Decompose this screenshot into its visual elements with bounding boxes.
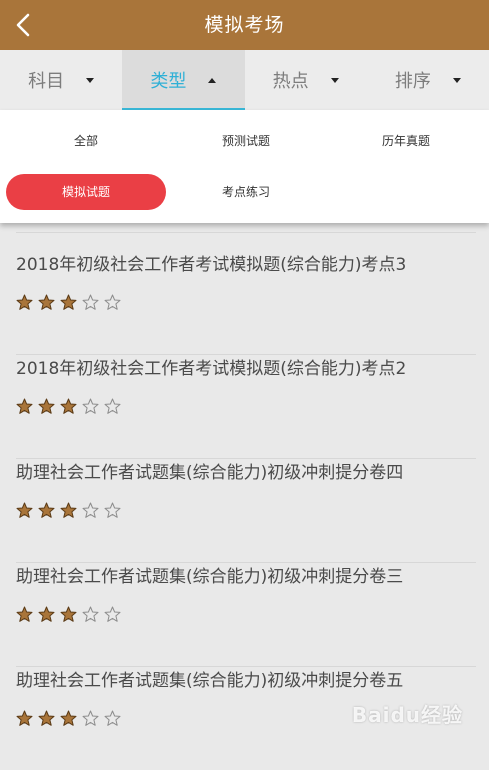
rating-stars [16,502,126,522]
app-header: 模拟考场 [0,0,489,50]
filter-type[interactable]: 类型 [122,50,245,110]
star-filled-icon [38,502,55,518]
star-empty-icon [82,710,99,726]
filter-label: 热点 [272,71,309,92]
star-empty-icon [104,398,121,414]
type-option-mock[interactable]: 模拟试题 [6,174,166,210]
star-empty-icon [82,294,99,310]
filter-hot[interactable]: 热点 [245,50,367,110]
star-filled-icon [60,502,77,518]
page-title: 模拟考场 [204,14,285,36]
chevron-down-icon [330,77,339,83]
star-empty-icon [82,398,99,414]
star-empty-icon [104,502,121,518]
star-filled-icon [60,398,77,414]
type-option-past-papers[interactable]: 历年真题 [326,123,486,159]
star-empty-icon [104,606,121,622]
divider [16,232,476,233]
star-empty-icon [104,710,121,726]
type-option-practice[interactable]: 考点练习 [166,174,326,210]
exam-item[interactable]: 2018年初级社会工作者考试模拟题(综合能力)考点3 [16,250,476,355]
star-filled-icon [38,398,55,414]
exam-title: 助理社会工作者试题集(综合能力)初级冲刺提分卷五 [16,671,404,691]
star-filled-icon [60,294,77,310]
exam-item[interactable]: 2018年初级社会工作者考试模拟题(综合能力)考点2 [16,354,476,459]
watermark-logo: Baidu经验 [351,703,463,727]
filter-label: 科目 [28,71,65,92]
star-filled-icon [16,294,33,310]
exam-item[interactable]: 助理社会工作者试题集(综合能力)初级冲刺提分卷三 [16,562,476,667]
filter-sort[interactable]: 排序 [367,50,489,110]
rating-stars [16,606,126,626]
star-filled-icon [38,710,55,726]
rating-stars [16,710,126,730]
filter-subject[interactable]: 科目 [0,50,122,110]
star-filled-icon [16,606,33,622]
star-filled-icon [60,710,77,726]
chevron-down-icon [452,77,461,83]
star-filled-icon [16,398,33,414]
filter-label: 排序 [394,71,431,92]
chevron-up-icon [208,77,217,83]
exam-title: 助理社会工作者试题集(综合能力)初级冲刺提分卷四 [16,463,404,483]
type-dropdown: 全部 预测试题 历年真题 模拟试题 考点练习 [0,110,489,223]
star-filled-icon [16,710,33,726]
star-filled-icon [38,606,55,622]
exam-title: 助理社会工作者试题集(综合能力)初级冲刺提分卷三 [16,567,404,587]
star-filled-icon [38,294,55,310]
exam-item[interactable]: 助理社会工作者试题集(综合能力)初级冲刺提分卷四 [16,458,476,563]
star-filled-icon [60,606,77,622]
filter-bar: 科目 类型 热点 排序 [0,50,489,110]
chevron-down-icon [86,77,95,83]
star-empty-icon [82,606,99,622]
rating-stars [16,398,126,418]
star-empty-icon [82,502,99,518]
star-empty-icon [104,294,121,310]
type-option-forecast[interactable]: 预测试题 [166,123,326,159]
type-option-all[interactable]: 全部 [6,123,166,159]
exam-title: 2018年初级社会工作者考试模拟题(综合能力)考点2 [16,359,407,379]
exam-title: 2018年初级社会工作者考试模拟题(综合能力)考点3 [16,255,407,275]
rating-stars [16,294,126,314]
filter-label: 类型 [150,71,187,92]
star-filled-icon [16,502,33,518]
